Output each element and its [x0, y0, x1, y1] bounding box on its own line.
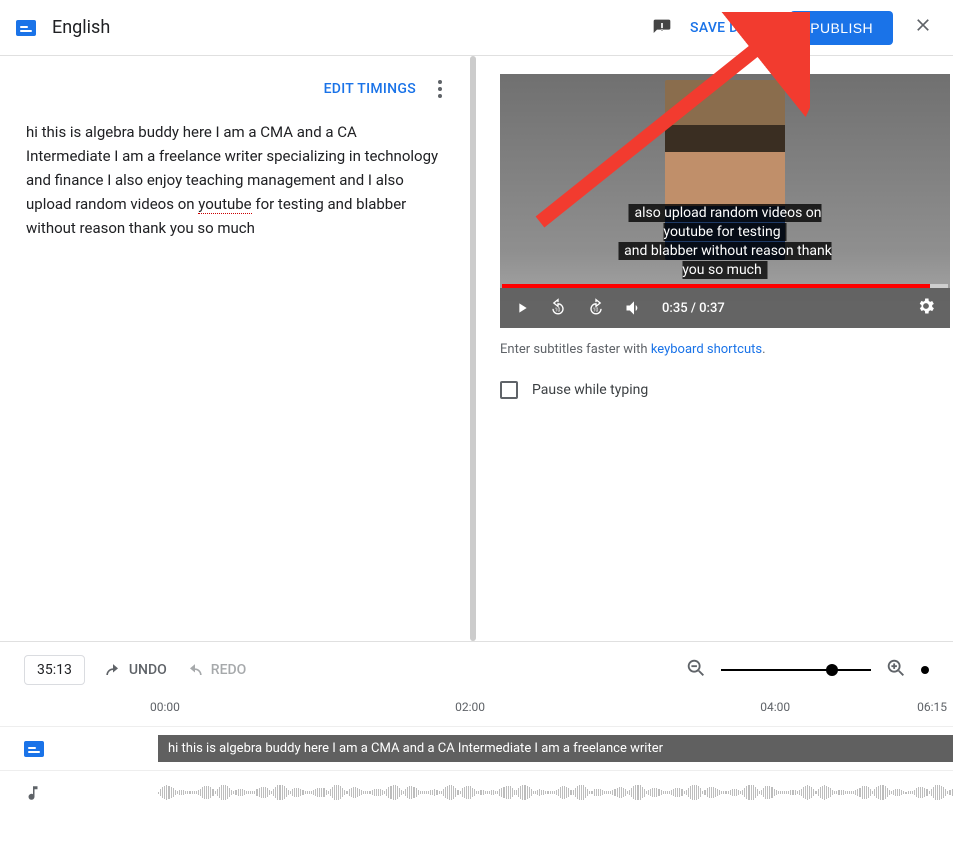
transcript-textarea[interactable]: hi this is algebra buddy here I am a CMA… [0, 114, 470, 641]
waveform [158, 785, 953, 800]
tick-4: 04:00 [760, 700, 790, 714]
main: EDIT TIMINGS hi this is algebra buddy he… [0, 56, 953, 641]
timeline-end-dot [921, 666, 929, 674]
zoom-in-icon[interactable] [885, 657, 907, 683]
audio-track-icon [0, 784, 150, 802]
audio-track-row [0, 770, 953, 814]
undo-label: UNDO [129, 662, 167, 678]
pause-while-typing-row: Pause while typing [500, 381, 953, 399]
redo-button[interactable]: REDO [185, 660, 247, 680]
timeline-rows: hi this is algebra buddy here I am a CMA… [0, 726, 953, 814]
redo-label: REDO [211, 662, 247, 678]
pause-label: Pause while typing [532, 382, 648, 398]
transcript-panel: EDIT TIMINGS hi this is algebra buddy he… [0, 56, 470, 641]
panel-splitter[interactable] [470, 56, 474, 641]
language-title: English [52, 17, 110, 38]
play-icon[interactable] [514, 300, 530, 316]
preview-panel: also upload random videos on youtube for… [474, 56, 953, 641]
keyboard-hint: Enter subtitles faster with keyboard sho… [500, 342, 953, 357]
video-time: 0:35 / 0:37 [662, 301, 725, 316]
undo-button[interactable]: UNDO [103, 660, 167, 680]
zoom-out-icon[interactable] [685, 657, 707, 683]
header: English SAVE DRAFT PUBLISH [0, 0, 953, 56]
zoom-slider[interactable] [721, 669, 871, 671]
timecode-input[interactable]: 35:13 [24, 655, 85, 685]
zoom-knob[interactable] [826, 664, 838, 676]
timeline-ruler[interactable]: 00:00 02:00 04:00 06:15 [150, 698, 953, 726]
publish-button[interactable]: PUBLISH [790, 11, 893, 45]
caption-overlay: also upload random videos on youtube for… [613, 204, 838, 280]
transcript-misspelled: youtube [198, 195, 251, 214]
caption-track-row: hi this is algebra buddy here I am a CMA… [0, 726, 953, 770]
volume-icon[interactable] [624, 298, 644, 318]
tick-6: 06:15 [917, 700, 947, 714]
caption-track-body[interactable]: hi this is algebra buddy here I am a CMA… [150, 727, 953, 770]
audio-track-body[interactable] [150, 771, 953, 814]
tick-0: 00:00 [150, 700, 180, 714]
svg-text:10: 10 [593, 307, 599, 313]
edit-timings-button[interactable]: EDIT TIMINGS [324, 81, 416, 97]
zoom-control [685, 657, 929, 683]
more-options-icon[interactable] [434, 76, 446, 102]
pause-checkbox[interactable] [500, 381, 518, 399]
close-icon[interactable] [909, 11, 937, 44]
svg-text:10: 10 [555, 307, 561, 313]
caption-clip[interactable]: hi this is algebra buddy here I am a CMA… [158, 735, 953, 762]
video-player[interactable]: also upload random videos on youtube for… [500, 74, 950, 328]
caption-line-2: and blabber without reason thank you so … [618, 242, 832, 279]
timeline-toolbar: 35:13 UNDO REDO [0, 642, 953, 698]
caption-line-1: also upload random videos on youtube for… [628, 204, 821, 241]
keyboard-shortcuts-link[interactable]: keyboard shortcuts [651, 342, 762, 357]
video-controls: 10 10 0:35 / 0:37 [500, 288, 950, 328]
forward-10-icon[interactable]: 10 [586, 298, 606, 318]
feedback-icon[interactable] [650, 16, 674, 40]
captions-icon [16, 20, 36, 36]
transcript-toolbar: EDIT TIMINGS [0, 56, 470, 114]
hint-prefix: Enter subtitles faster with [500, 342, 651, 357]
caption-track-icon [0, 741, 150, 757]
hint-suffix: . [762, 342, 765, 357]
settings-icon[interactable] [916, 296, 936, 320]
save-draft-button[interactable]: SAVE DRAFT [690, 20, 774, 36]
rewind-10-icon[interactable]: 10 [548, 298, 568, 318]
tick-2: 02:00 [455, 700, 485, 714]
timeline: 35:13 UNDO REDO 00:00 02:00 04:00 06:15 … [0, 641, 953, 814]
